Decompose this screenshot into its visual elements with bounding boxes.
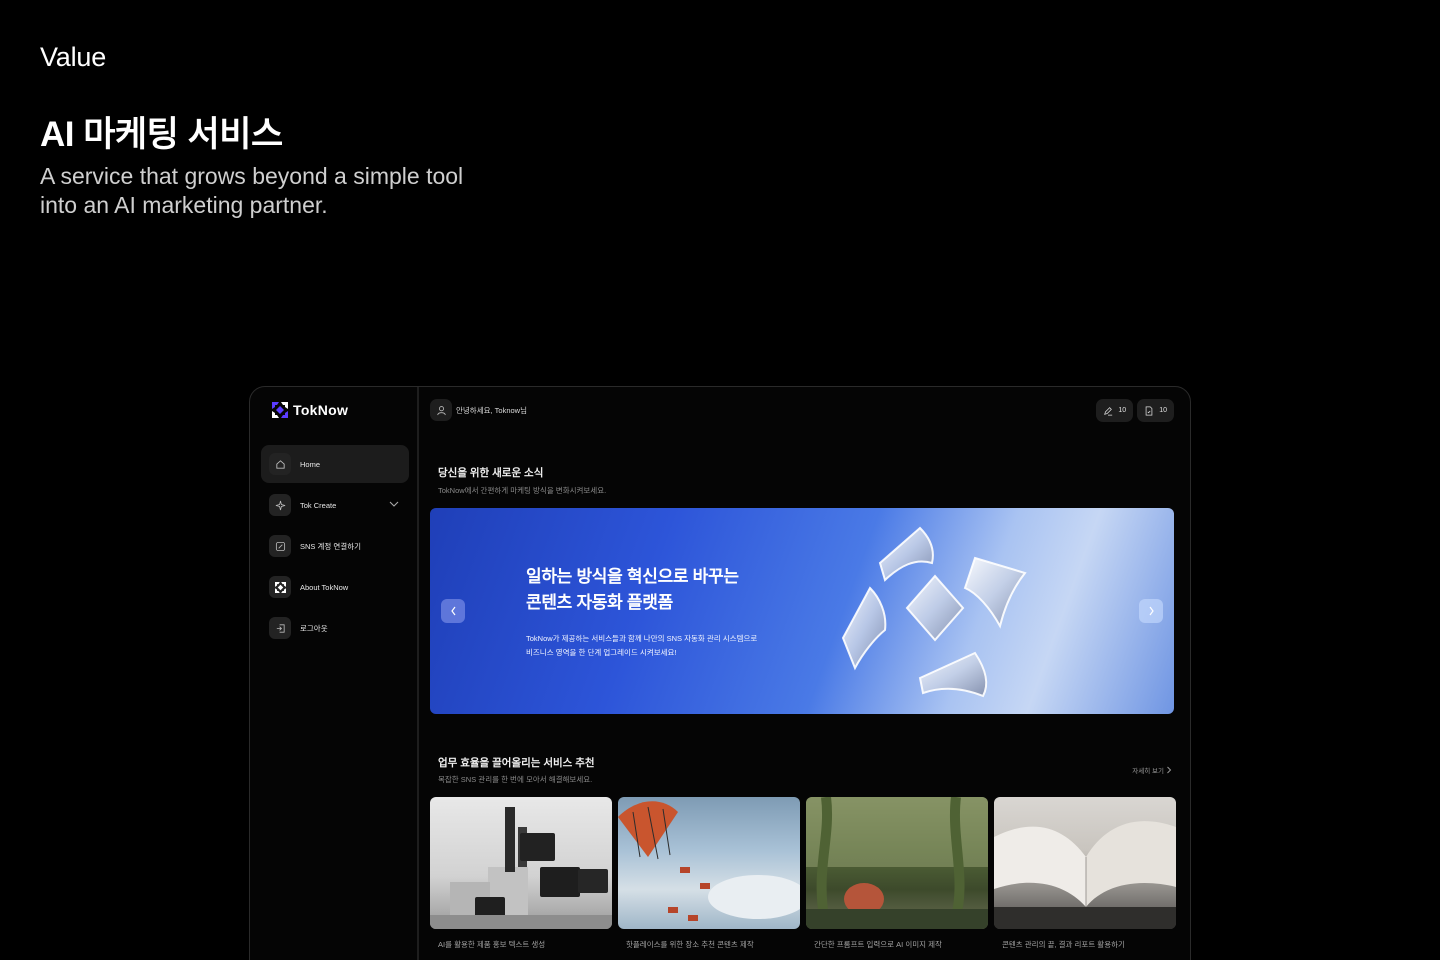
doc-counter-value: 10 <box>1159 407 1167 414</box>
header-counters: 10 10 <box>1096 399 1174 422</box>
carousel-prev-button[interactable] <box>441 599 465 623</box>
service-card-list: AI를 활용한 제품 홍보 텍스트 생성 핫플레이스를 위한 장소 추천 콘텐츠… <box>430 797 1176 950</box>
carousel-next-button[interactable] <box>1139 599 1163 623</box>
news-section-desc: TokNow에서 간편하게 마케팅 방식을 변화시켜보세요. <box>438 486 607 495</box>
see-more-label: 자세히 보기 <box>1132 768 1164 775</box>
sidebar-nav: Home Tok Create SNS 계정 연결하기 About TokNow… <box>261 445 409 650</box>
news-section-title: 당신을 위한 새로운 소식 <box>438 467 544 479</box>
logout-icon <box>269 617 291 639</box>
open-book-photo <box>994 797 1176 929</box>
chevron-down-icon[interactable] <box>389 500 399 508</box>
promo-banner[interactable]: 일하는 방식을 혁신으로 바꾸는 콘텐츠 자동화 플랫폼 TokNow가 제공하… <box>430 508 1174 714</box>
swing-ride-illustration <box>618 801 800 921</box>
logo-icon <box>269 576 291 598</box>
cosmetics-illustration <box>430 807 612 929</box>
garden-photo <box>806 797 988 929</box>
subtitle-line-1: A service that grows beyond a simple too… <box>40 163 464 189</box>
pen-icon <box>1104 406 1113 416</box>
service-card[interactable]: 간단한 프롬프트 입력으로 AI 이미지 제작 <box>806 797 988 950</box>
banner-body-line-1: TokNow가 제공하는 서비스들과 함께 나만의 SNS 자동화 관리 시스템… <box>526 634 758 643</box>
banner-headline-line-1: 일하는 방식을 혁신으로 바꾸는 <box>526 567 739 586</box>
service-card-label: 간단한 프롬프트 입력으로 AI 이미지 제작 <box>814 940 942 949</box>
subtitle-line-2: into an AI marketing partner. <box>40 192 328 218</box>
service-card[interactable]: 콘텐츠 관리의 끝, 결과 리포트 활용하기 <box>994 797 1176 950</box>
sidebar-item-label: Tok Create <box>300 500 337 510</box>
chevron-right-icon <box>1167 766 1172 774</box>
sidebar-item-home[interactable]: Home <box>261 445 409 483</box>
document-icon <box>1145 405 1153 416</box>
service-card[interactable]: AI를 활용한 제품 홍보 텍스트 생성 <box>430 797 612 950</box>
garden-illustration <box>806 797 988 929</box>
banner-headline-line-2: 콘텐츠 자동화 플랫폼 <box>526 593 673 612</box>
swing-ride-photo <box>618 797 800 929</box>
sidebar-item-label: About TokNow <box>300 582 349 592</box>
see-more-link[interactable]: 자세히 보기 <box>1132 765 1172 775</box>
brand-logo[interactable]: TokNow <box>272 402 348 418</box>
glass-logo-illustration <box>841 526 1027 698</box>
sidebar-item-label: 로그아웃 <box>300 623 328 633</box>
user-greeting: 안녕하세요, Toknow님 <box>456 405 527 415</box>
product-photo <box>430 797 612 929</box>
logo-icon <box>272 402 288 418</box>
sidebar-item-label: SNS 계정 연결하기 <box>300 541 361 551</box>
banner-body: TokNow가 제공하는 서비스들과 함께 나만의 SNS 자동화 관리 시스템… <box>526 632 757 660</box>
services-section-title: 업무 효율을 끌어올리는 서비스 추천 <box>438 757 595 769</box>
chevron-right-icon <box>1149 606 1154 616</box>
user-icon <box>430 399 452 421</box>
service-card[interactable]: 핫플레이스를 위한 장소 추천 콘텐츠 제작 <box>618 797 800 950</box>
banner-body-line-2: 비즈니스 영역을 한 단계 업그레이드 시켜보세요! <box>526 648 677 657</box>
services-section-desc: 복잡한 SNS 관리를 한 번에 모아서 해결해보세요. <box>438 775 593 784</box>
sidebar-item-label: Home <box>300 459 321 469</box>
sidebar-item-sns-connect[interactable]: SNS 계정 연결하기 <box>261 527 409 565</box>
section-label: Value <box>40 42 107 72</box>
sidebar-item-about[interactable]: About TokNow <box>261 568 409 606</box>
service-card-label: 콘텐츠 관리의 끝, 결과 리포트 활용하기 <box>1002 940 1125 949</box>
sparkle-icon <box>269 494 291 516</box>
banner-headline: 일하는 방식을 혁신으로 바꾸는 콘텐츠 자동화 플랫폼 <box>526 564 739 616</box>
service-card-label: AI를 활용한 제품 홍보 텍스트 생성 <box>438 940 546 949</box>
sidebar-item-tok-create[interactable]: Tok Create <box>261 486 409 524</box>
service-card-label: 핫플레이스를 위한 장소 추천 콘텐츠 제작 <box>626 940 754 949</box>
page-title: AI 마케팅 서비스 <box>40 115 283 154</box>
edit-icon <box>269 535 291 557</box>
brand-name: TokNow <box>293 402 349 418</box>
user-greeting-area[interactable]: 안녕하세요, Toknow님 <box>430 399 527 421</box>
page-subtitle: A service that grows beyond a simple too… <box>40 162 560 220</box>
edit-counter-value: 10 <box>1118 407 1127 414</box>
chevron-left-icon <box>450 606 455 616</box>
book-illustration <box>994 821 1176 929</box>
doc-counter-button[interactable]: 10 <box>1137 399 1174 422</box>
app-window: TokNow Home Tok Create SNS 계정 연결하기 About… <box>249 386 1191 960</box>
sidebar: TokNow Home Tok Create SNS 계정 연결하기 About… <box>250 387 419 960</box>
sidebar-item-logout[interactable]: 로그아웃 <box>261 609 409 647</box>
home-icon <box>269 453 291 475</box>
edit-counter-button[interactable]: 10 <box>1096 399 1134 422</box>
